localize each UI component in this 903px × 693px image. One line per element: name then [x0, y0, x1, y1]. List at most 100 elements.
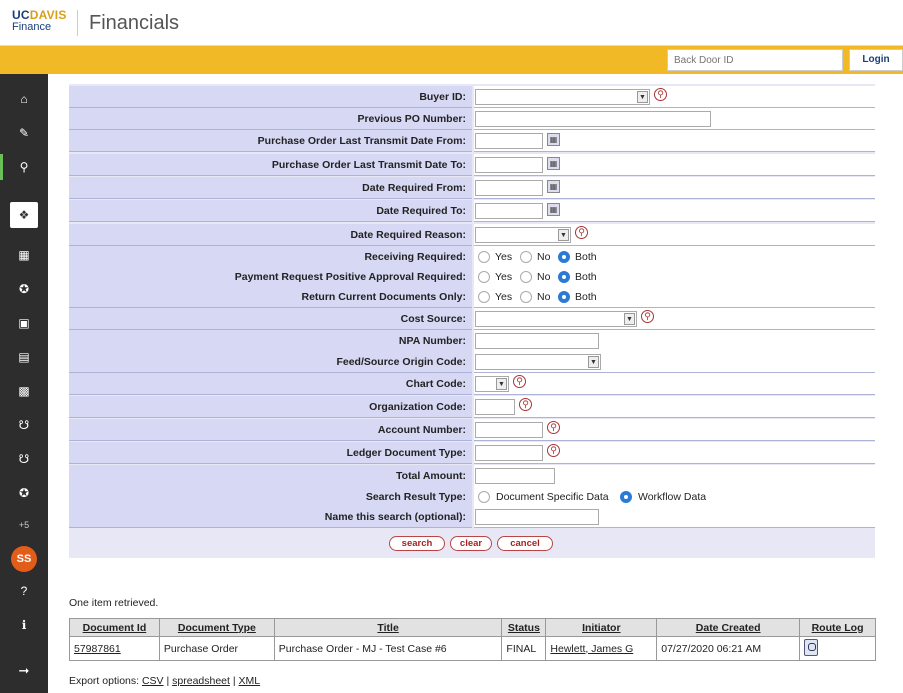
field-label: Date Required To:	[69, 200, 472, 222]
chevron-down-icon: ▼	[637, 91, 648, 103]
initiator-link[interactable]: Hewlett, James G	[550, 643, 633, 655]
ucdavis-finance-logo[interactable]: UCDAVIS Finance	[12, 9, 67, 33]
radio-yes[interactable]	[478, 291, 490, 303]
row-payment-request-approval: Payment Request Positive Approval Requir…	[69, 266, 875, 288]
row-organization-code: Organization Code: ⚲	[69, 396, 875, 418]
row-po-transmit-to: Purchase Order Last Transmit Date To: ▦	[69, 154, 875, 176]
export-csv-link[interactable]: CSV	[142, 675, 164, 687]
date-required-to-input[interactable]	[475, 203, 543, 219]
po-transmit-to-input[interactable]	[475, 157, 543, 173]
radio-both[interactable]	[558, 251, 570, 263]
org-chart-icon[interactable]: ▩	[0, 378, 48, 404]
export-label: Export options:	[69, 675, 140, 687]
pin-icon[interactable]: ❖	[10, 202, 38, 228]
calendar-icon[interactable]: ▦	[547, 203, 560, 216]
lookup-icon[interactable]: ⚲	[519, 398, 532, 411]
field-label: Buyer ID:	[69, 86, 472, 108]
info-icon[interactable]: ℹ	[0, 612, 48, 638]
search-button[interactable]: search	[389, 536, 445, 551]
radio-yes-label: Yes	[495, 271, 513, 283]
radio-both-label: Both	[575, 291, 597, 303]
header-divider	[77, 10, 78, 36]
lookup-icon[interactable]: ⚲	[547, 444, 560, 457]
person-card-icon[interactable]: ▣	[0, 310, 48, 336]
results-summary: One item retrieved.	[69, 597, 159, 609]
radio-no[interactable]	[520, 291, 532, 303]
field-label: Chart Code:	[69, 373, 472, 395]
export-xml-link[interactable]: XML	[239, 675, 261, 687]
radio-yes[interactable]	[478, 251, 490, 263]
home-icon[interactable]: ⌂	[0, 86, 48, 112]
clipboard-icon[interactable]: ✎	[0, 120, 48, 146]
calculator-icon[interactable]: ▦	[0, 242, 48, 268]
calendar-icon[interactable]: ▦	[547, 157, 560, 170]
cancel-button[interactable]: cancel	[497, 536, 553, 551]
lookup-icon[interactable]: ⚲	[654, 88, 667, 101]
feed-source-origin-select[interactable]: ▼	[475, 354, 601, 370]
field-label: Search Result Type:	[69, 486, 472, 508]
hand-dollar-icon[interactable]: ☋	[0, 446, 48, 472]
back-door-id-input[interactable]	[667, 49, 843, 71]
logo-davis: DAVIS	[29, 8, 67, 22]
name-search-input[interactable]	[475, 509, 599, 525]
previous-po-input[interactable]	[475, 111, 711, 127]
radio-both[interactable]	[558, 291, 570, 303]
date-required-from-input[interactable]	[475, 180, 543, 196]
row-buyer-id: Buyer ID: ▼ ⚲	[69, 86, 875, 108]
row-search-result-type: Search Result Type: Document Specific Da…	[69, 486, 875, 508]
radio-no-label: No	[537, 271, 551, 283]
bank-icon[interactable]: ▤	[0, 344, 48, 370]
account-number-input[interactable]	[475, 422, 543, 438]
export-spreadsheet-link[interactable]: spreadsheet	[172, 675, 230, 687]
col-status[interactable]: Status	[501, 618, 547, 637]
row-date-required-to: Date Required To: ▦	[69, 200, 875, 222]
buyer-id-select[interactable]: ▼	[475, 89, 650, 105]
star-icon[interactable]: ✪	[0, 276, 48, 302]
col-route-log[interactable]: Route Log	[799, 618, 876, 637]
total-amount-input[interactable]	[475, 468, 555, 484]
login-button[interactable]: Login	[849, 49, 903, 71]
more-items[interactable]: +5	[0, 520, 48, 530]
lookup-icon[interactable]: ⚲	[575, 226, 588, 239]
field-label: Total Amount:	[69, 465, 472, 487]
lookup-icon[interactable]: ⚲	[513, 375, 526, 388]
avatar[interactable]: SS	[11, 546, 37, 572]
field-label: Cost Source:	[69, 308, 472, 330]
col-date-created[interactable]: Date Created	[656, 618, 801, 637]
route-log-icon[interactable]	[804, 638, 819, 656]
calendar-icon[interactable]: ▦	[547, 133, 560, 146]
radio-workflow-data[interactable]	[620, 491, 632, 503]
col-title[interactable]: Title	[273, 618, 503, 637]
radio-no[interactable]	[520, 271, 532, 283]
document-id-link[interactable]: 57987861	[74, 643, 121, 655]
row-previous-po: Previous PO Number:	[69, 108, 875, 130]
field-label: Payment Request Positive Approval Requir…	[69, 266, 472, 288]
logout-icon[interactable]: ➞	[0, 658, 48, 684]
lookup-icon[interactable]: ⚲	[641, 310, 654, 323]
calendar-icon[interactable]: ▦	[547, 180, 560, 193]
hand-money-icon[interactable]: ☋	[0, 412, 48, 438]
radio-yes-label: Yes	[495, 251, 513, 263]
ledger-document-type-input[interactable]	[475, 445, 543, 461]
chart-code-select[interactable]: ▼	[475, 376, 509, 392]
radio-yes[interactable]	[478, 271, 490, 283]
clear-button[interactable]: clear	[450, 536, 492, 551]
npa-number-input[interactable]	[475, 333, 599, 349]
cost-source-select[interactable]: ▼	[475, 311, 637, 327]
lookup-icon[interactable]: ⚲	[547, 421, 560, 434]
radio-no[interactable]	[520, 251, 532, 263]
col-document-type[interactable]: Document Type	[158, 618, 275, 637]
radio-both[interactable]	[558, 271, 570, 283]
po-transmit-from-input[interactable]	[475, 133, 543, 149]
organization-code-input[interactable]	[475, 399, 515, 415]
col-document-id[interactable]: Document Id	[69, 618, 160, 637]
search-icon[interactable]: ⚲	[0, 154, 48, 180]
field-label: Feed/Source Origin Code:	[69, 351, 472, 373]
star-circle-icon[interactable]: ✪	[0, 480, 48, 506]
field-label: Account Number:	[69, 419, 472, 441]
row-feed-source-origin: Feed/Source Origin Code: ▼	[69, 351, 875, 373]
radio-document-specific[interactable]	[478, 491, 490, 503]
date-required-reason-select[interactable]: ▼	[475, 227, 571, 243]
col-initiator[interactable]: Initiator	[545, 618, 658, 637]
help-icon[interactable]: ?	[0, 578, 48, 604]
